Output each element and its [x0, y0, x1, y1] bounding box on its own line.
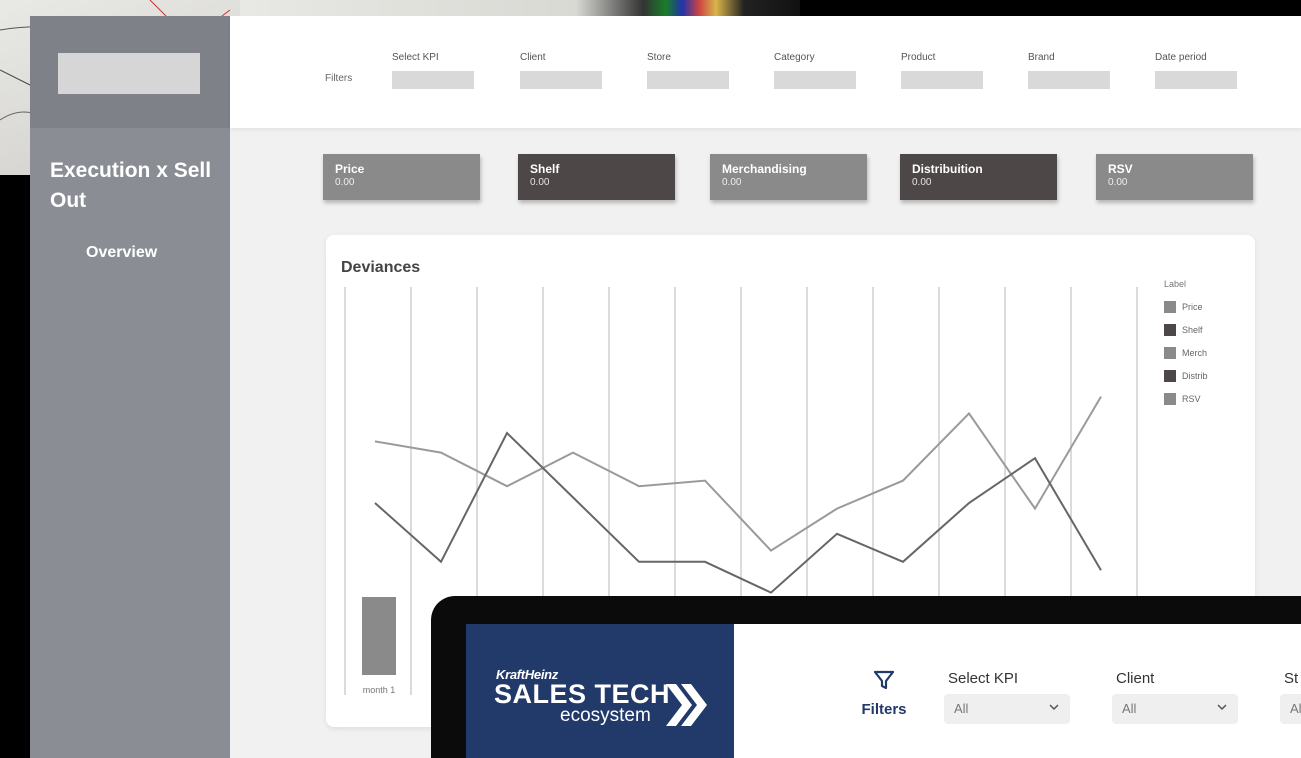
filter-bar: Filters Select KPI Client Store Category… [230, 16, 1301, 128]
kpi-value: 0.00 [530, 177, 550, 188]
legend-label: Price [1182, 301, 1203, 312]
kpi-card-price[interactable]: Price 0.00 [323, 154, 480, 200]
client-label: Client [1116, 670, 1155, 687]
filters-label: Filters [325, 73, 353, 84]
kpi-name: Distribuition [912, 162, 983, 176]
double-chevron-icon [666, 684, 707, 726]
filters-label: Filters [861, 701, 907, 718]
chart-legend: Label Price Shelf Merch Distrib RSV [1164, 279, 1208, 410]
select-value: Al [1290, 701, 1301, 716]
kpi-name: Shelf [530, 162, 560, 176]
legend-item: RSV [1164, 387, 1208, 410]
brand-logo-sub: ecosystem [560, 705, 651, 726]
kpi-value: 0.00 [722, 177, 742, 188]
filter-input[interactable] [520, 71, 602, 89]
filter-label: Store [647, 52, 671, 63]
filter-input[interactable] [1155, 71, 1237, 89]
page-title: Execution x Sell Out [50, 159, 212, 212]
logo-placeholder [58, 53, 200, 94]
filter-category[interactable]: Category [774, 52, 856, 89]
legend-swatch [1164, 346, 1176, 359]
select-value: All [954, 701, 969, 716]
kpi-card-merchandising[interactable]: Merchandising 0.00 [710, 154, 867, 200]
laptop-screen: KraftHeinz SALES TECH ecosystem Filters … [466, 624, 1301, 758]
legend-label: Shelf [1182, 324, 1203, 335]
sidebar-item-overview[interactable]: Overview [86, 244, 157, 262]
series-line-2 [374, 431, 1102, 594]
chart-title: Deviances [341, 259, 421, 276]
filter-product[interactable]: Product [901, 52, 983, 89]
kpi-name: Merchandising [722, 162, 807, 176]
filter-client[interactable]: Client [520, 52, 602, 89]
legend-label: Distrib [1182, 370, 1208, 381]
chevron-down-icon [1049, 704, 1059, 711]
select-kpi-label: Select KPI [948, 670, 1019, 687]
filter-input[interactable] [392, 71, 474, 89]
filter-input[interactable] [1028, 71, 1110, 89]
chart-bar [362, 597, 396, 675]
filter-label: Brand [1028, 52, 1055, 63]
sidebar: Execution x Sell Out Overview [30, 16, 230, 758]
kpi-value: 0.00 [1108, 177, 1128, 188]
filter-input[interactable] [647, 71, 729, 89]
filters-toggle[interactable]: Filters [858, 668, 910, 718]
legend-item: Distrib [1164, 364, 1208, 387]
select-value: All [1122, 701, 1137, 716]
legend-item: Merch [1164, 341, 1208, 364]
legend-label: Merch [1182, 347, 1208, 358]
filter-brand[interactable]: Brand [1028, 52, 1110, 89]
filter-label: Client [520, 52, 546, 63]
filter-date-period[interactable]: Date period [1155, 52, 1237, 89]
filter-select-kpi[interactable]: Select KPI [392, 52, 474, 89]
funnel-icon [873, 670, 895, 690]
filter-label: Product [901, 52, 936, 63]
filter-label: Date period [1155, 52, 1207, 63]
kpi-name: RSV [1108, 162, 1133, 176]
filter-store[interactable]: Store [647, 52, 729, 89]
filter-label: Category [774, 52, 815, 63]
legend-item: Shelf [1164, 318, 1208, 341]
legend-swatch [1164, 392, 1176, 405]
legend-swatch [1164, 300, 1176, 313]
kpi-card-distribuition[interactable]: Distribuition 0.00 [900, 154, 1057, 200]
legend-label: RSV [1182, 393, 1201, 404]
kpi-card-rsv[interactable]: RSV 0.00 [1096, 154, 1253, 200]
filter-input[interactable] [901, 71, 983, 89]
store-dropdown[interactable]: Al [1280, 694, 1301, 724]
kpi-card-shelf[interactable]: Shelf 0.00 [518, 154, 675, 200]
brand-panel: KraftHeinz SALES TECH ecosystem [466, 624, 734, 758]
legend-item: Price [1164, 295, 1208, 318]
chevron-down-icon [1217, 704, 1227, 711]
x-tick-label: month 1 [363, 685, 396, 695]
filter-input[interactable] [774, 71, 856, 89]
kpi-name: Price [335, 162, 365, 176]
legend-swatch [1164, 369, 1176, 382]
legend-title: Label [1164, 279, 1187, 289]
filter-label: Select KPI [392, 52, 439, 63]
client-dropdown[interactable]: All [1112, 694, 1238, 724]
store-label: St [1284, 670, 1299, 687]
kpi-value: 0.00 [912, 177, 932, 188]
series-line-1 [374, 396, 1102, 552]
select-kpi-dropdown[interactable]: All [944, 694, 1070, 724]
legend-swatch [1164, 323, 1176, 336]
kpi-value: 0.00 [335, 177, 355, 188]
